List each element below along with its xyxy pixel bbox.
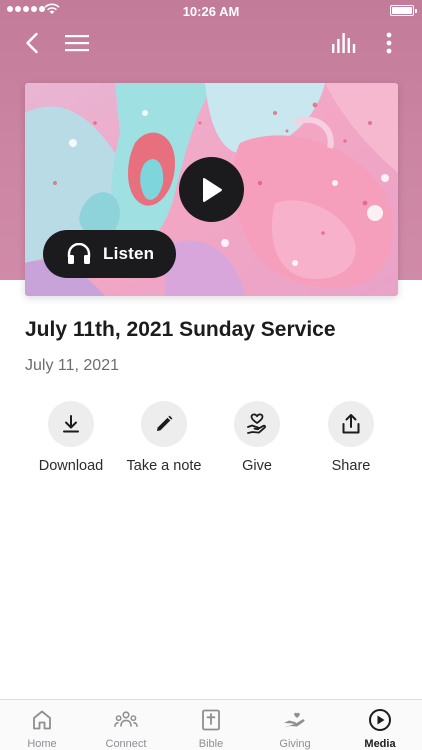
pencil-icon	[157, 415, 173, 431]
hamburger-menu-icon	[65, 35, 89, 52]
vertical-ellipsis-icon	[386, 32, 392, 54]
bible-icon	[202, 709, 220, 731]
tab-home[interactable]: Home	[0, 700, 84, 750]
tab-giving-label: Giving	[279, 738, 311, 750]
audio-button[interactable]	[328, 28, 360, 58]
share-label: Share	[331, 458, 371, 474]
share-circle	[328, 401, 374, 447]
tab-media[interactable]: Media	[338, 700, 422, 750]
status-bar: 10:26 AM	[0, 0, 422, 22]
take-a-note-button[interactable]: Take a note	[116, 401, 212, 474]
download-label: Download	[38, 458, 104, 474]
download-button[interactable]: Download	[23, 401, 119, 474]
bottom-tab-bar: Home Connect Bible Giving Media	[0, 699, 422, 750]
status-time: 10:26 AM	[182, 4, 240, 19]
tab-giving[interactable]: Giving	[253, 700, 337, 750]
sermon-date: July 11, 2021	[25, 357, 119, 374]
audio-levels-icon	[332, 33, 356, 53]
chevron-left-icon	[26, 32, 38, 54]
take-a-note-label: Take a note	[126, 458, 202, 474]
home-icon	[33, 710, 51, 730]
give-button[interactable]: Give	[209, 401, 305, 474]
tab-home-label: Home	[27, 738, 57, 750]
giving-hand-icon	[284, 712, 305, 728]
share-button[interactable]: Share	[303, 401, 399, 474]
menu-button[interactable]	[62, 28, 92, 58]
battery-icon	[390, 5, 417, 16]
action-row: Download Take a note Give Share	[0, 401, 422, 481]
tab-connect-label: Connect	[105, 738, 147, 750]
play-circle-icon	[369, 709, 391, 731]
give-label: Give	[242, 458, 272, 474]
tab-bible-label: Bible	[198, 738, 224, 750]
sermon-title: July 11th, 2021 Sunday Service	[25, 318, 336, 341]
give-circle	[234, 401, 280, 447]
listen-button[interactable]: Listen	[43, 230, 176, 278]
sermon-artwork: Listen	[25, 83, 398, 296]
share-icon	[342, 414, 360, 434]
play-button[interactable]	[179, 157, 244, 222]
people-icon	[114, 711, 138, 727]
back-button[interactable]	[18, 28, 46, 58]
more-options-button[interactable]	[376, 28, 402, 58]
download-icon	[63, 415, 79, 433]
play-icon	[202, 177, 222, 202]
tab-connect[interactable]: Connect	[84, 700, 168, 750]
download-circle	[48, 401, 94, 447]
listen-label: Listen	[103, 244, 155, 263]
headphones-icon	[67, 243, 91, 264]
hand-heart-icon	[247, 413, 266, 434]
tab-media-label: Media	[364, 738, 396, 750]
tab-bible[interactable]: Bible	[169, 700, 253, 750]
note-circle	[141, 401, 187, 447]
